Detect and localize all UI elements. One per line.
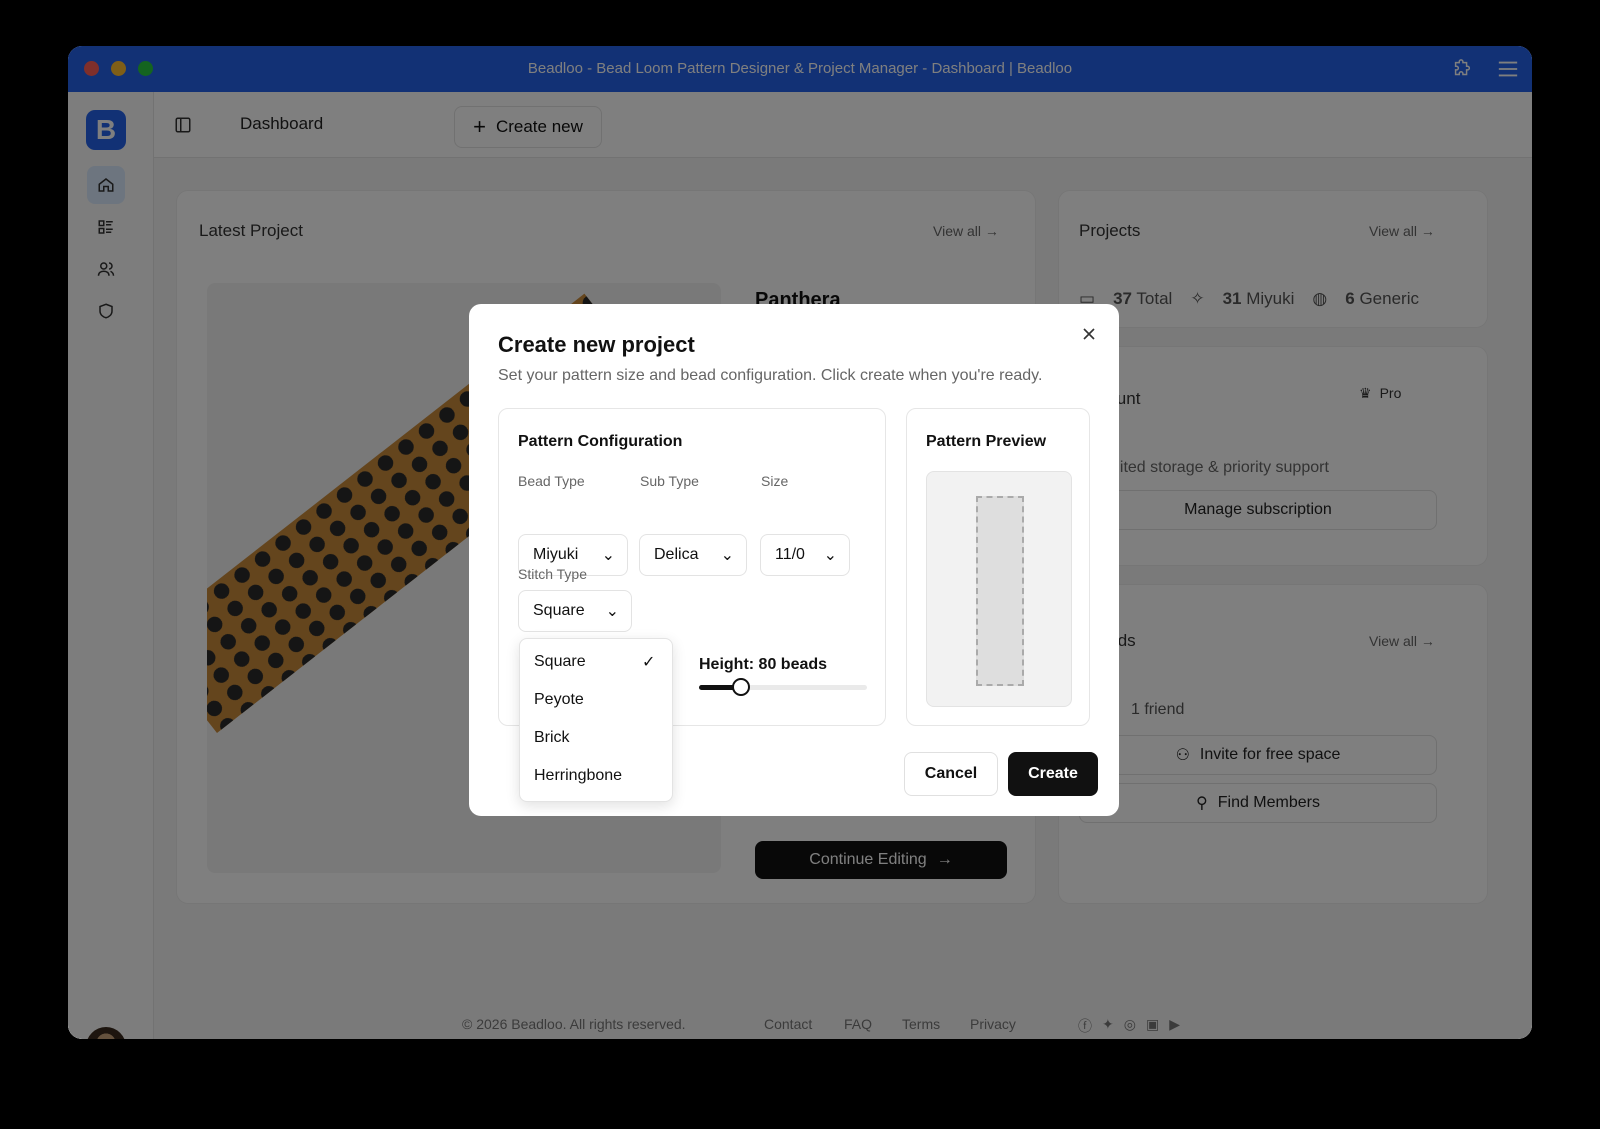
preview-pattern-outline — [976, 496, 1024, 686]
config-title: Pattern Configuration — [518, 433, 683, 450]
bead-type-value: Miyuki — [533, 546, 579, 563]
size-select[interactable]: 11/0 ⌄ — [760, 534, 850, 576]
dialog-title: Create new project — [498, 332, 695, 357]
dialog-description: Set your pattern size and bead configura… — [498, 367, 1043, 384]
chevron-down-icon: ⌄ — [605, 603, 619, 620]
sub-type-value: Delica — [654, 546, 699, 563]
stitch-option-herringbone[interactable]: Herringbone — [534, 767, 622, 785]
height-label: Height: 80 beads — [699, 656, 828, 673]
chevron-down-icon: ⌄ — [720, 547, 734, 564]
cancel-button[interactable]: Cancel — [904, 752, 998, 796]
stitch-type-label: Stitch Type — [518, 566, 588, 582]
pattern-preview-panel: Pattern Preview — [906, 408, 1090, 726]
sub-type-label: Sub Type — [640, 473, 699, 489]
size-label: Size — [761, 473, 789, 489]
stitch-type-select[interactable]: Square ⌄ — [518, 590, 632, 632]
stitch-option-square[interactable]: Square — [534, 653, 586, 671]
chevron-down-icon: ⌄ — [601, 547, 615, 564]
height-slider[interactable] — [699, 678, 867, 696]
bead-type-label: Bead Type — [518, 473, 585, 489]
check-icon: ✓ — [642, 654, 656, 671]
stitch-type-dropdown: Square ✓ Peyote Brick Herringbone — [519, 638, 673, 802]
chevron-down-icon: ⌄ — [823, 547, 837, 564]
stitch-type-value: Square — [533, 602, 585, 619]
create-project-dialog: Create new project Set your pattern size… — [469, 304, 1119, 816]
close-icon[interactable] — [1079, 324, 1099, 344]
app-window: Beadloo - Bead Loom Pattern Designer & P… — [68, 46, 1532, 1039]
preview-title: Pattern Preview — [926, 433, 1047, 450]
sub-type-select[interactable]: Delica ⌄ — [639, 534, 747, 576]
stitch-option-brick[interactable]: Brick — [534, 729, 570, 747]
height-slider-thumb[interactable] — [732, 678, 750, 696]
create-button[interactable]: Create — [1008, 752, 1098, 796]
stitch-option-peyote[interactable]: Peyote — [534, 691, 584, 709]
size-value: 11/0 — [775, 546, 805, 563]
preview-canvas — [926, 471, 1072, 707]
